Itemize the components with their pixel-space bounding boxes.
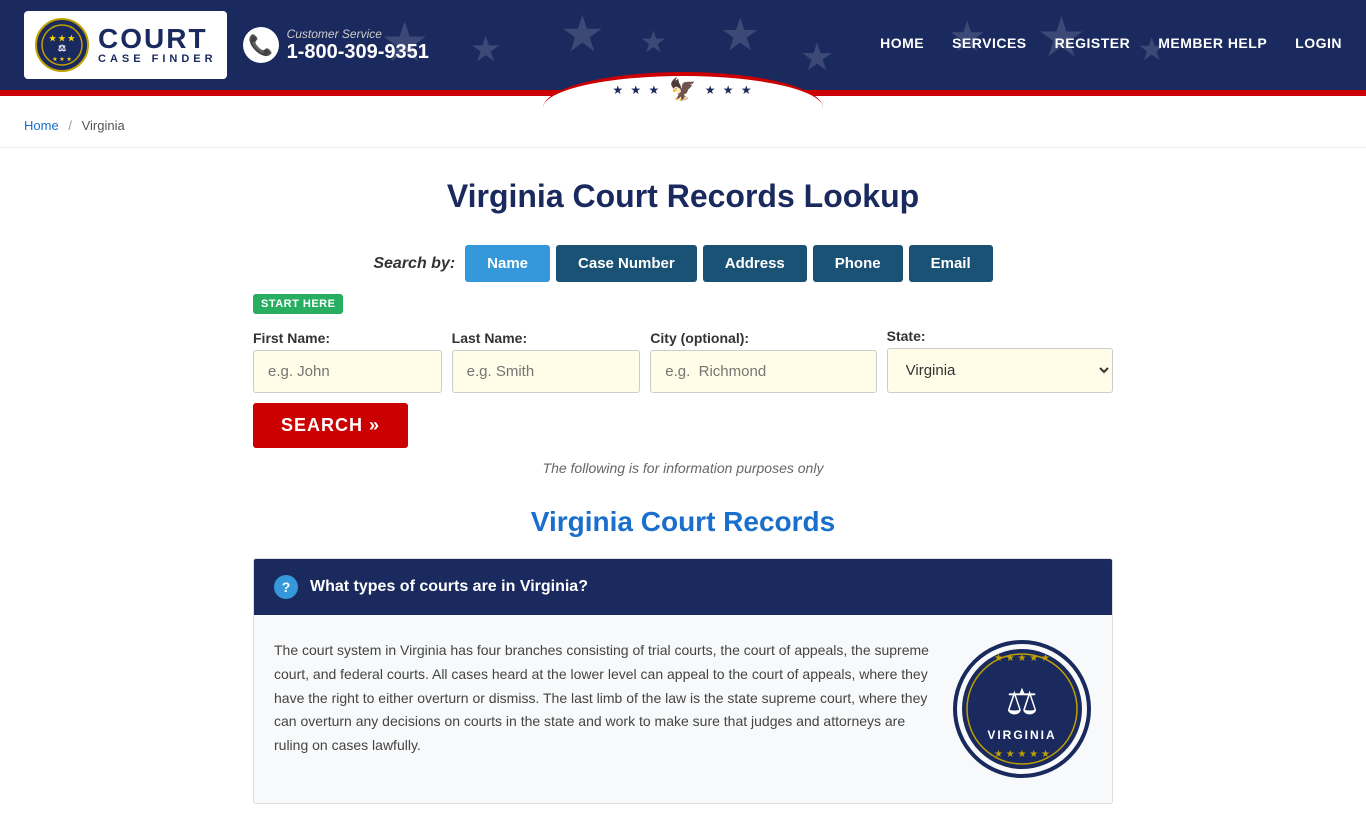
cs-label: Customer Service xyxy=(287,27,429,41)
svg-text:★ ★ ★: ★ ★ ★ xyxy=(49,34,76,43)
nav-login[interactable]: LOGIN xyxy=(1295,35,1342,55)
svg-text:⚖: ⚖ xyxy=(58,43,66,53)
breadcrumb: Home / Virginia xyxy=(0,104,1366,148)
last-name-input[interactable] xyxy=(452,350,641,393)
last-name-label: Last Name: xyxy=(452,330,641,346)
header-arch: ★ ★ ★ 🦅 ★ ★ ★ xyxy=(543,72,823,108)
cs-text: Customer Service 1-800-309-9351 xyxy=(287,27,429,64)
logo-text: COURT CASE FINDER xyxy=(98,25,217,65)
eagle-area: ★ ★ ★ 🦅 ★ ★ ★ xyxy=(612,77,753,103)
header-nav: HOME SERVICES REGISTER MEMBER HELP LOGIN xyxy=(880,35,1342,55)
start-here-container: START HERE xyxy=(253,294,1113,322)
tab-name[interactable]: Name xyxy=(465,245,550,282)
state-label: State: xyxy=(887,328,1113,344)
tab-phone[interactable]: Phone xyxy=(813,245,903,282)
page-title: Virginia Court Records Lookup xyxy=(253,178,1113,215)
state-select[interactable]: Virginia AlabamaAlaskaArizona ArkansasCa… xyxy=(887,348,1113,393)
search-by-row: Search by: Name Case Number Address Phon… xyxy=(253,245,1113,282)
accordion: ? What types of courts are in Virginia? … xyxy=(253,558,1113,804)
stars-right: ★ ★ ★ xyxy=(705,83,754,97)
accordion-header[interactable]: ? What types of courts are in Virginia? xyxy=(254,559,1112,615)
accordion-body: The court system in Virginia has four br… xyxy=(254,615,1112,803)
svg-text:★ ★ ★ ★ ★: ★ ★ ★ ★ ★ xyxy=(994,749,1050,760)
tab-address[interactable]: Address xyxy=(703,245,807,282)
accordion-text: The court system in Virginia has four br… xyxy=(274,639,932,758)
start-here-badge: START HERE xyxy=(253,294,343,314)
search-by-label: Search by: xyxy=(373,255,455,273)
customer-service: 📞 Customer Service 1-800-309-9351 xyxy=(243,27,429,64)
nav-services[interactable]: SERVICES xyxy=(952,35,1027,55)
tab-case-number[interactable]: Case Number xyxy=(556,245,697,282)
logo-seal-icon: ★ ★ ★ ⚖ ★ ★ ★ xyxy=(34,17,90,73)
city-label: City (optional): xyxy=(650,330,876,346)
phone-icon: 📞 xyxy=(243,27,279,63)
accordion-title: What types of courts are in Virginia? xyxy=(310,578,588,596)
logo-case-finder-label: CASE FINDER xyxy=(98,53,217,65)
svg-text:★ ★ ★: ★ ★ ★ xyxy=(52,56,71,63)
eagle-icon: 🦅 xyxy=(669,77,696,103)
svg-text:★ ★ ★ ★ ★: ★ ★ ★ ★ ★ xyxy=(994,653,1050,664)
disclaimer: The following is for information purpose… xyxy=(253,460,1113,476)
logo-court-label: COURT xyxy=(98,25,217,53)
first-name-input[interactable] xyxy=(253,350,442,393)
tab-email[interactable]: Email xyxy=(909,245,993,282)
first-name-group: First Name: xyxy=(253,330,442,393)
breadcrumb-separator: / xyxy=(68,118,72,133)
breadcrumb-home[interactable]: Home xyxy=(24,118,59,133)
first-name-label: First Name: xyxy=(253,330,442,346)
header-arch-decoration: ★ ★ ★ 🦅 ★ ★ ★ xyxy=(543,72,823,108)
city-group: City (optional): xyxy=(650,330,876,393)
breadcrumb-current: Virginia xyxy=(82,118,125,133)
nav-member-help[interactable]: MEMBER HELP xyxy=(1158,35,1267,55)
cs-number: 1-800-309-9351 xyxy=(287,41,429,64)
svg-text:⚖: ⚖ xyxy=(1006,681,1038,722)
virginia-seal-icon: ★ ★ ★ ★ ★ ⚖ VIRGINIA ★ ★ ★ ★ ★ xyxy=(952,639,1092,779)
main-content: Virginia Court Records Lookup Search by:… xyxy=(233,148,1133,824)
header-left: ★ ★ ★ ⚖ ★ ★ ★ COURT CASE FINDER 📞 Custom… xyxy=(24,11,429,79)
nav-register[interactable]: REGISTER xyxy=(1055,35,1131,55)
search-button[interactable]: SEARCH » xyxy=(253,403,408,448)
section-title: Virginia Court Records xyxy=(253,506,1113,538)
search-form: First Name: Last Name: City (optional): … xyxy=(253,328,1113,448)
state-group: State: Virginia AlabamaAlaskaArizona Ark… xyxy=(887,328,1113,393)
city-input[interactable] xyxy=(650,350,876,393)
stars-left: ★ ★ ★ xyxy=(612,83,661,97)
svg-text:VIRGINIA: VIRGINIA xyxy=(987,728,1056,742)
last-name-group: Last Name: xyxy=(452,330,641,393)
accordion-question-icon: ? xyxy=(274,575,298,599)
logo-container[interactable]: ★ ★ ★ ⚖ ★ ★ ★ COURT CASE FINDER xyxy=(24,11,227,79)
nav-home[interactable]: HOME xyxy=(880,35,924,55)
site-header: ★ ★ ★ ★ ★ ★ ★ ★ ★ ★ ★ ★ ⚖ ★ ★ ★ COURT CA… xyxy=(0,0,1366,90)
